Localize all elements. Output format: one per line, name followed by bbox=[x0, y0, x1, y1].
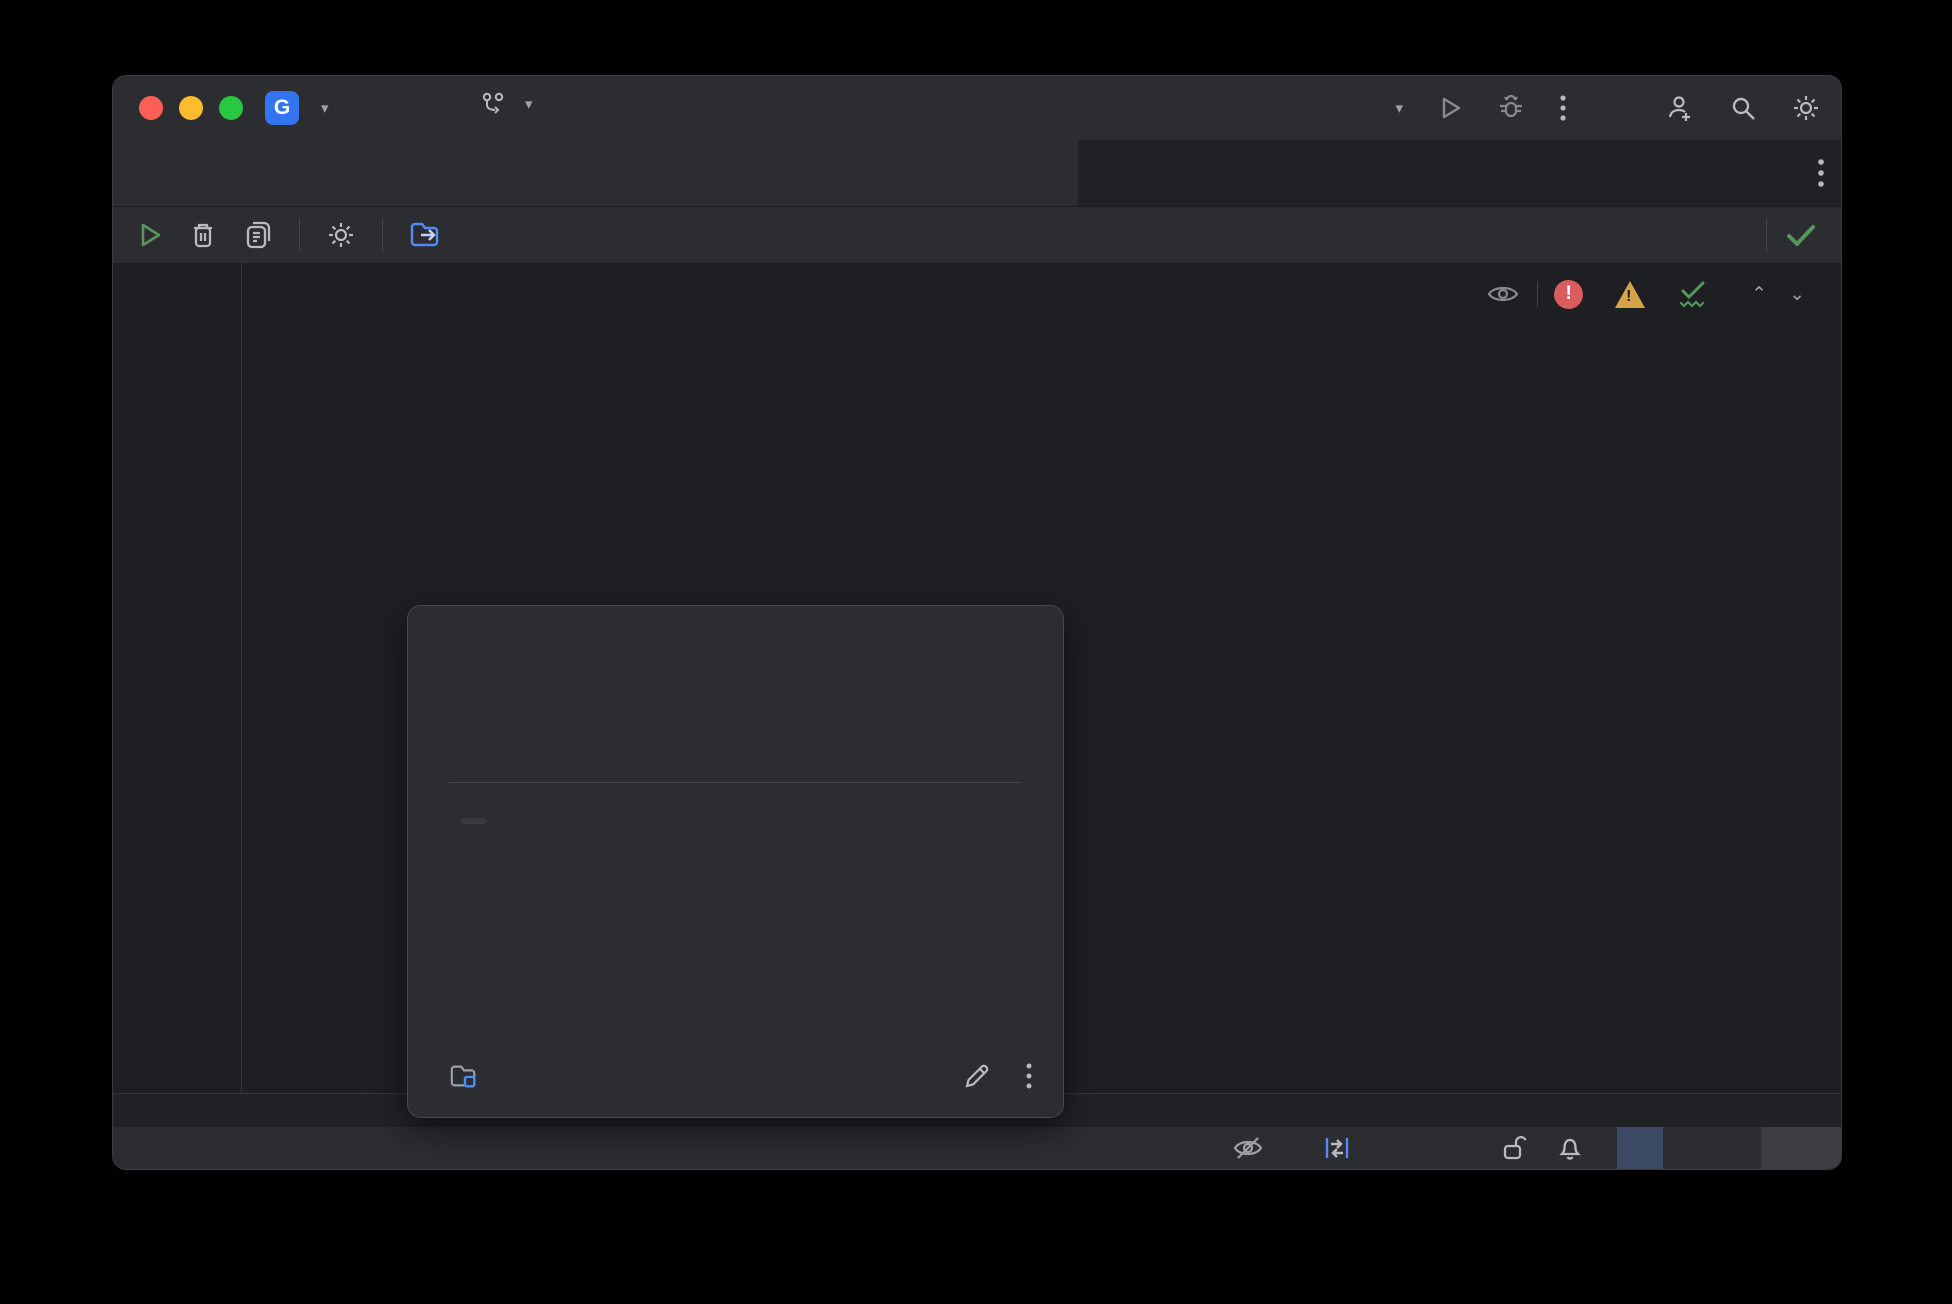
vcs-widget[interactable]: ▾ bbox=[481, 91, 533, 117]
select-opened-file-icon[interactable] bbox=[409, 220, 443, 250]
copy-icon[interactable] bbox=[243, 220, 273, 250]
toolbar-separator bbox=[382, 218, 383, 252]
memory-bar-end bbox=[1761, 1127, 1841, 1169]
error-icon: ! bbox=[1554, 279, 1584, 309]
preview-eye-icon[interactable] bbox=[1485, 281, 1521, 307]
warning-icon: ! bbox=[1615, 280, 1646, 308]
project-badge-g: G bbox=[265, 91, 299, 125]
editor-tabs bbox=[113, 140, 1841, 207]
toolbar-separator bbox=[1766, 218, 1767, 252]
tabstrip-spacer bbox=[1078, 140, 1841, 206]
git-branch-icon bbox=[481, 91, 505, 117]
inspections-off-icon[interactable] bbox=[1231, 1134, 1263, 1162]
memory-used-bar bbox=[1617, 1127, 1663, 1169]
run-icon[interactable] bbox=[135, 221, 163, 249]
desktop: { "titlebar": { "project": "gatling", "b… bbox=[0, 0, 1952, 1304]
chevron-down-icon: ▾ bbox=[321, 100, 329, 117]
status-bar bbox=[113, 1127, 1841, 1169]
chevron-down-icon: ▾ bbox=[1395, 100, 1403, 117]
add-user-icon[interactable] bbox=[1665, 93, 1695, 123]
settings-icon[interactable] bbox=[326, 220, 356, 250]
commit-check-icon[interactable] bbox=[1785, 221, 1817, 249]
ide-window: G ▾ ▾ ▾ ! ! ⌃ ⌄ bbox=[112, 75, 1842, 1170]
settings-icon[interactable] bbox=[1791, 93, 1821, 123]
minimize-window-button[interactable] bbox=[179, 96, 203, 120]
search-icon[interactable] bbox=[1729, 94, 1757, 122]
kebab-icon[interactable] bbox=[1025, 1061, 1033, 1091]
editor-toolbar bbox=[113, 207, 1841, 264]
passed-icon bbox=[1677, 279, 1709, 309]
unlock-icon[interactable] bbox=[1501, 1134, 1527, 1162]
chevron-up-icon[interactable]: ⌃ bbox=[1751, 283, 1767, 306]
debug-icon[interactable] bbox=[1497, 94, 1525, 122]
chevron-down-icon: ▾ bbox=[525, 96, 533, 113]
run-configuration-select[interactable]: ▾ bbox=[1385, 99, 1403, 117]
memory-indicator[interactable] bbox=[1617, 1127, 1841, 1169]
maximize-window-button[interactable] bbox=[219, 96, 243, 120]
kebab-icon[interactable] bbox=[1817, 156, 1825, 190]
edit-pencil-icon[interactable] bbox=[963, 1062, 991, 1090]
delete-icon[interactable] bbox=[189, 220, 217, 250]
kebab-icon[interactable] bbox=[1559, 93, 1567, 123]
documentation-popup bbox=[407, 605, 1064, 1118]
title-bar: G ▾ ▾ ▾ bbox=[113, 76, 1841, 140]
chevron-down-icon[interactable]: ⌄ bbox=[1789, 283, 1805, 306]
toolbar-separator bbox=[299, 218, 300, 252]
close-window-button[interactable] bbox=[139, 96, 163, 120]
popup-class-chip[interactable] bbox=[461, 818, 487, 824]
gutter-separator bbox=[241, 263, 242, 1093]
project-widget[interactable]: G ▾ bbox=[265, 91, 329, 125]
module-folder-icon bbox=[449, 1064, 479, 1088]
bell-icon[interactable] bbox=[1557, 1134, 1583, 1162]
run-icon[interactable] bbox=[1437, 95, 1463, 121]
inspections-separator bbox=[1537, 281, 1539, 307]
window-controls bbox=[139, 96, 243, 120]
soft-wrap-icon[interactable] bbox=[1323, 1134, 1351, 1162]
inspections-widget[interactable]: ! ! ⌃ ⌄ bbox=[1485, 279, 1805, 309]
error-stripe-column[interactable] bbox=[1822, 263, 1837, 1093]
popup-divider bbox=[449, 782, 1022, 783]
